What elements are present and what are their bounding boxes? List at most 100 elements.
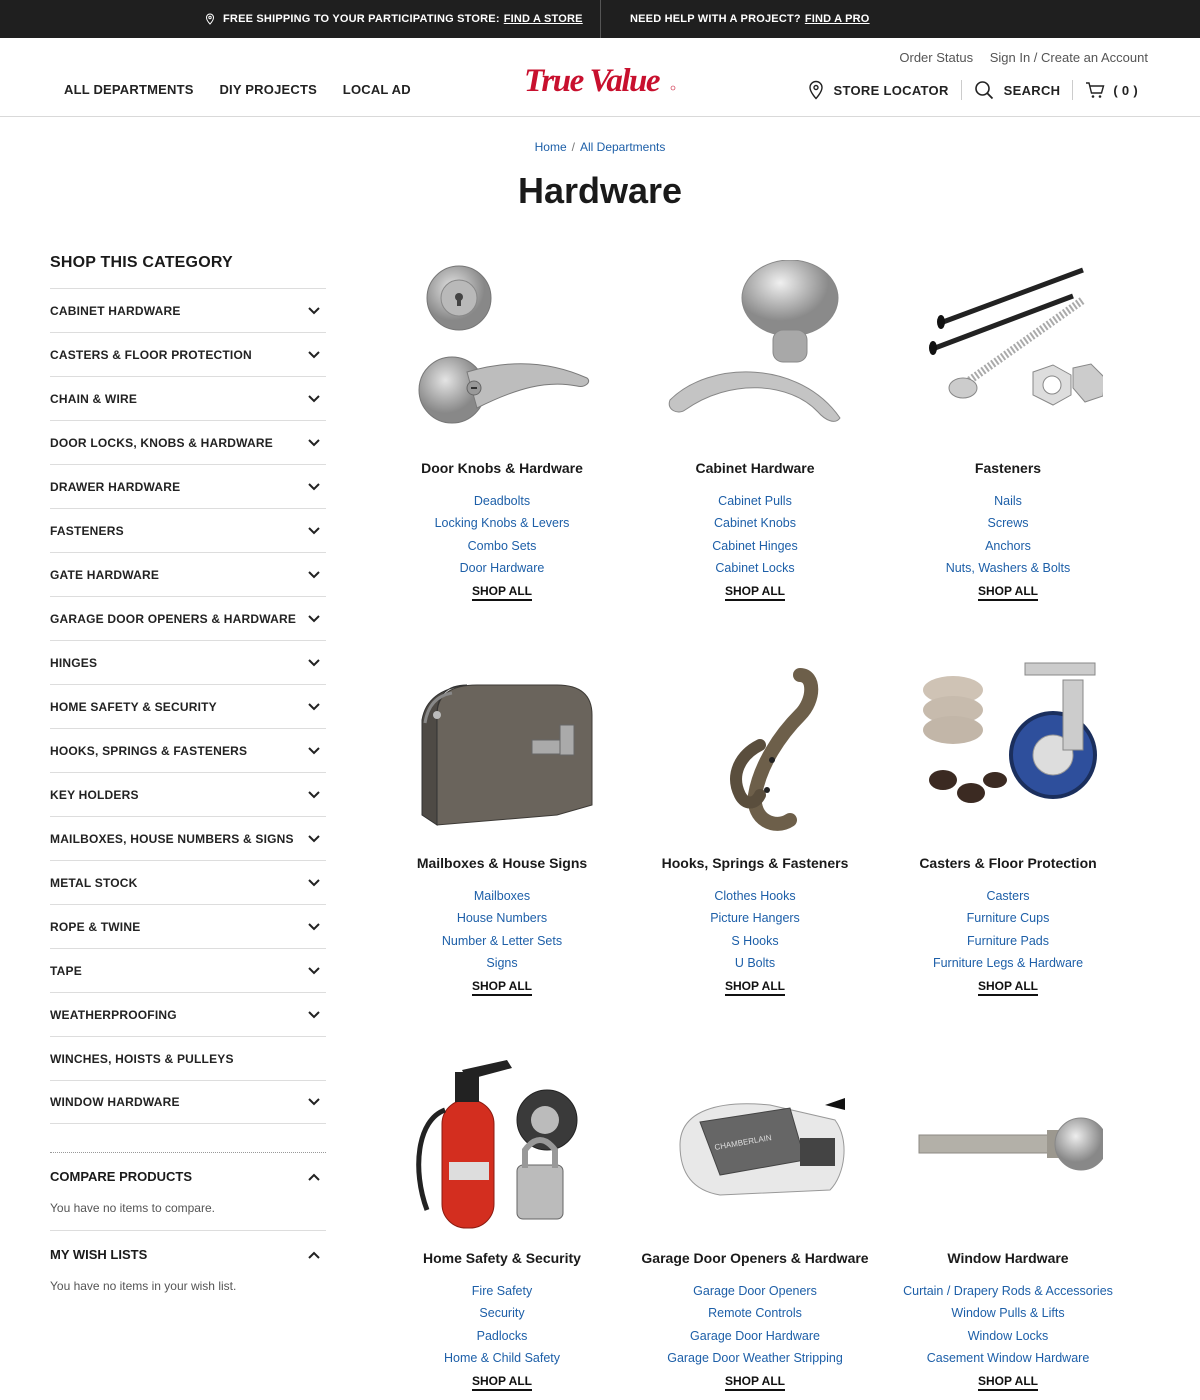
chevron-down-icon[interactable] xyxy=(308,878,320,887)
subcategory-link[interactable]: Furniture Pads xyxy=(881,930,1135,952)
category-card-title[interactable]: Mailboxes & House Signs xyxy=(375,855,629,875)
subcategory-link[interactable]: Garage Door Hardware xyxy=(628,1325,882,1347)
sidebar-category-item[interactable]: HOOKS, SPRINGS & FASTENERS xyxy=(50,728,326,772)
category-card-title[interactable]: Casters & Floor Protection xyxy=(881,855,1135,875)
wish-lists-header[interactable]: MY WISH LISTS xyxy=(50,1247,326,1262)
subcategory-link[interactable]: Window Locks xyxy=(881,1325,1135,1347)
subcategory-link[interactable]: Screws xyxy=(881,512,1135,534)
category-card-title[interactable]: Hooks, Springs & Fasteners xyxy=(628,855,882,875)
shop-all-link[interactable]: SHOP ALL xyxy=(977,979,1038,997)
subcategory-link[interactable]: Signs xyxy=(375,952,629,974)
subcategory-link[interactable]: Clothes Hooks xyxy=(628,885,882,907)
sidebar-category-item[interactable]: CASTERS & FLOOR PROTECTION xyxy=(50,332,326,376)
shop-all-link[interactable]: SHOP ALL xyxy=(471,1374,532,1392)
subcategory-link[interactable]: U Bolts xyxy=(628,952,882,974)
chevron-down-icon[interactable] xyxy=(308,306,320,315)
subcategory-link[interactable]: Garage Door Openers xyxy=(628,1280,882,1302)
compare-products-header[interactable]: COMPARE PRODUCTS xyxy=(50,1169,326,1184)
sidebar-category-item[interactable]: WINDOW HARDWARE xyxy=(50,1080,326,1124)
sidebar-category-item[interactable]: HOME SAFETY & SECURITY xyxy=(50,684,326,728)
subcategory-link[interactable]: Fire Safety xyxy=(375,1280,629,1302)
subcategory-link[interactable]: Window Pulls & Lifts xyxy=(881,1302,1135,1324)
chevron-down-icon[interactable] xyxy=(308,658,320,667)
chevron-down-icon[interactable] xyxy=(308,966,320,975)
sidebar-category-item[interactable]: DRAWER HARDWARE xyxy=(50,464,326,508)
subcategory-link[interactable]: Security xyxy=(375,1302,629,1324)
fire-extinguisher-image[interactable] xyxy=(375,1050,629,1232)
sidebar-category-item[interactable]: KEY HOLDERS xyxy=(50,772,326,816)
nav-local-ad[interactable]: LOCAL AD xyxy=(343,82,411,97)
sidebar-category-item[interactable]: TAPE xyxy=(50,948,326,992)
chevron-down-icon[interactable] xyxy=(308,438,320,447)
chevron-down-icon[interactable] xyxy=(308,526,320,535)
subcategory-link[interactable]: Number & Letter Sets xyxy=(375,930,629,952)
subcategory-link[interactable]: Locking Knobs & Levers xyxy=(375,512,629,534)
chevron-down-icon[interactable] xyxy=(308,922,320,931)
find-a-pro-link[interactable]: FIND A PRO xyxy=(805,13,870,25)
chevron-down-icon[interactable] xyxy=(308,746,320,755)
sidebar-category-item[interactable]: GARAGE DOOR OPENERS & HARDWARE xyxy=(50,596,326,640)
chevron-down-icon[interactable] xyxy=(308,394,320,403)
chevron-down-icon[interactable] xyxy=(308,350,320,359)
sidebar-category-item[interactable]: GATE HARDWARE xyxy=(50,552,326,596)
shop-all-link[interactable]: SHOP ALL xyxy=(724,979,785,997)
subcategory-link[interactable]: Cabinet Knobs xyxy=(628,512,882,534)
sidebar-category-item[interactable]: METAL STOCK xyxy=(50,860,326,904)
caster-image[interactable] xyxy=(881,655,1135,837)
chevron-down-icon[interactable] xyxy=(308,790,320,799)
chevron-down-icon[interactable] xyxy=(308,614,320,623)
chevron-down-icon[interactable] xyxy=(308,570,320,579)
chevron-down-icon[interactable] xyxy=(308,1098,320,1106)
sidebar-category-item[interactable]: HINGES xyxy=(50,640,326,684)
nav-diy-projects[interactable]: DIY PROJECTS xyxy=(219,82,317,97)
garage-opener-image[interactable]: CHAMBERLAIN xyxy=(628,1050,882,1232)
category-card-title[interactable]: Door Knobs & Hardware xyxy=(375,460,629,480)
subcategory-link[interactable]: Mailboxes xyxy=(375,885,629,907)
sidebar-category-item[interactable]: ROPE & TWINE xyxy=(50,904,326,948)
hook-image[interactable] xyxy=(628,655,882,837)
sidebar-category-item[interactable]: MAILBOXES, HOUSE NUMBERS & SIGNS xyxy=(50,816,326,860)
breadcrumb-all-departments[interactable]: All Departments xyxy=(580,140,665,154)
subcategory-link[interactable]: Casement Window Hardware xyxy=(881,1347,1135,1369)
sign-in-link[interactable]: Sign In / Create an Account xyxy=(990,50,1148,65)
shop-all-link[interactable]: SHOP ALL xyxy=(471,979,532,997)
shop-all-link[interactable]: SHOP ALL xyxy=(977,584,1038,602)
cart-button[interactable]: ( 0 ) xyxy=(1085,81,1138,99)
find-a-store-link[interactable]: FIND A STORE xyxy=(504,13,583,25)
door-knob-image[interactable] xyxy=(375,260,629,442)
subcategory-link[interactable]: Furniture Legs & Hardware xyxy=(881,952,1135,974)
search-button[interactable]: SEARCH xyxy=(974,80,1061,100)
subcategory-link[interactable]: Garage Door Weather Stripping xyxy=(628,1347,882,1369)
subcategory-link[interactable]: Door Hardware xyxy=(375,557,629,579)
shop-all-link[interactable]: SHOP ALL xyxy=(724,584,785,602)
chevron-down-icon[interactable] xyxy=(308,1010,320,1019)
subcategory-link[interactable]: Cabinet Pulls xyxy=(628,490,882,512)
chevron-down-icon[interactable] xyxy=(308,482,320,491)
sidebar-category-item[interactable]: CABINET HARDWARE xyxy=(50,288,326,332)
breadcrumb-home[interactable]: Home xyxy=(535,140,567,154)
subcategory-link[interactable]: Curtain / Drapery Rods & Accessories xyxy=(881,1280,1135,1302)
subcategory-link[interactable]: Padlocks xyxy=(375,1325,629,1347)
subcategory-link[interactable]: Deadbolts xyxy=(375,490,629,512)
subcategory-link[interactable]: Nuts, Washers & Bolts xyxy=(881,557,1135,579)
sidebar-category-item[interactable]: CHAIN & WIRE xyxy=(50,376,326,420)
subcategory-link[interactable]: Nails xyxy=(881,490,1135,512)
fasteners-image[interactable] xyxy=(881,260,1135,442)
subcategory-link[interactable]: Remote Controls xyxy=(628,1302,882,1324)
subcategory-link[interactable]: Picture Hangers xyxy=(628,907,882,929)
chevron-down-icon[interactable] xyxy=(308,834,320,843)
order-status-link[interactable]: Order Status xyxy=(899,50,973,65)
subcategory-link[interactable]: Casters xyxy=(881,885,1135,907)
chevron-down-icon[interactable] xyxy=(308,702,320,711)
nav-all-departments[interactable]: ALL DEPARTMENTS xyxy=(64,82,194,97)
shop-all-link[interactable]: SHOP ALL xyxy=(724,1374,785,1392)
category-card-title[interactable]: Window Hardware xyxy=(881,1250,1135,1270)
subcategory-link[interactable]: Combo Sets xyxy=(375,535,629,557)
cabinet-knob-image[interactable] xyxy=(628,259,882,442)
category-card-title[interactable]: Cabinet Hardware xyxy=(628,460,882,480)
shop-all-link[interactable]: SHOP ALL xyxy=(977,1374,1038,1392)
curtain-rod-image[interactable] xyxy=(881,1050,1135,1232)
subcategory-link[interactable]: Home & Child Safety xyxy=(375,1347,629,1369)
sidebar-category-item[interactable]: WINCHES, HOISTS & PULLEYS xyxy=(50,1036,326,1080)
subcategory-link[interactable]: S Hooks xyxy=(628,930,882,952)
